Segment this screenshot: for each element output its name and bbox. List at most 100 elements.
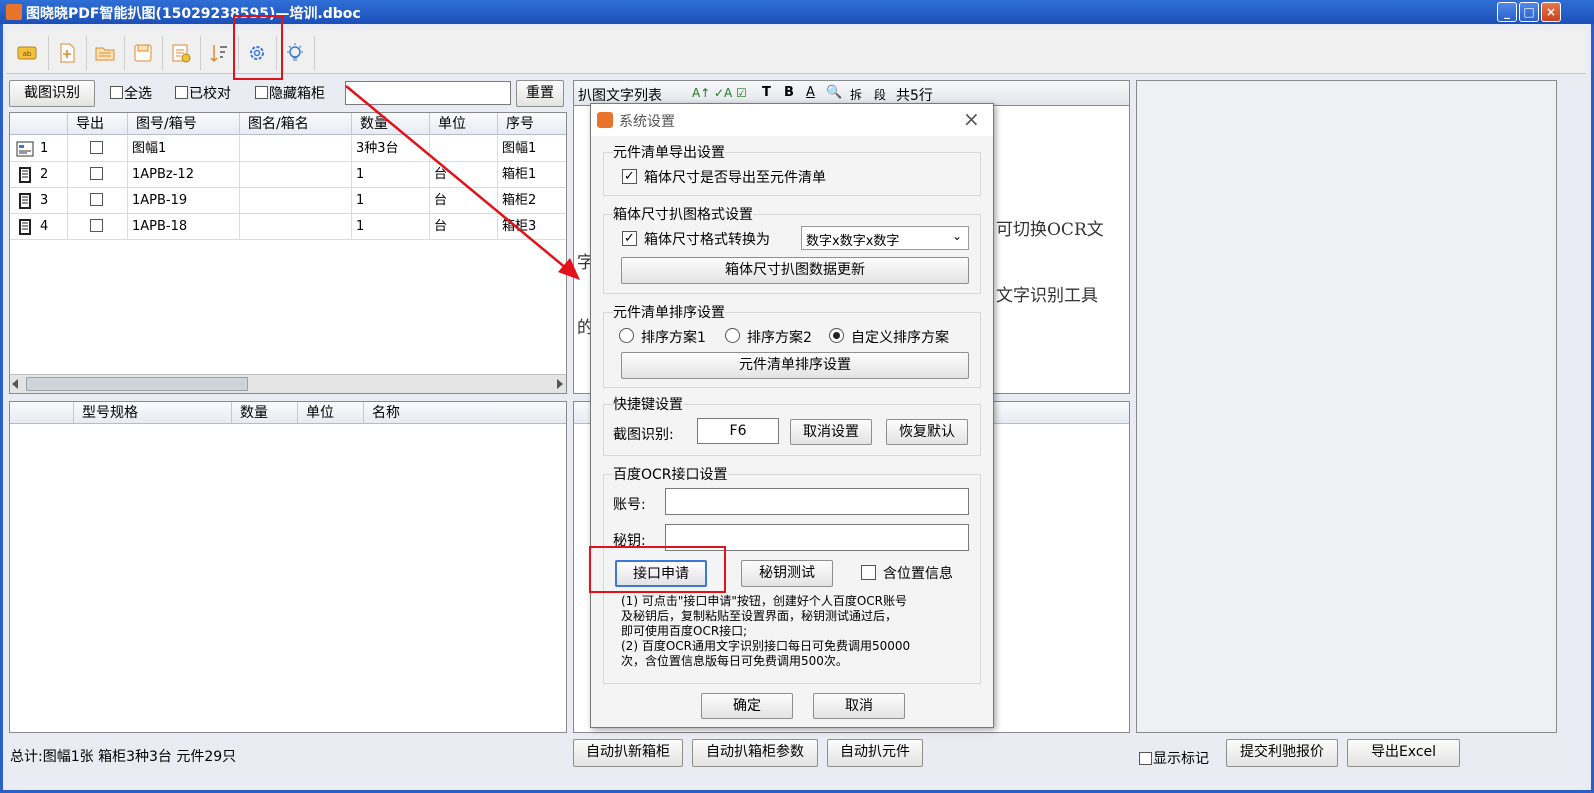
hotkey-title: 快捷键设置 — [613, 394, 683, 414]
cabinet-icon — [19, 219, 31, 235]
sort-option-custom-radio[interactable] — [829, 328, 844, 343]
hotkey-restore-button[interactable]: 恢复默认 — [886, 419, 968, 445]
grid-corner — [10, 113, 68, 135]
check-a-icon[interactable]: ✓A — [714, 86, 732, 100]
col-unit[interactable]: 单位 — [298, 402, 364, 424]
export-checkbox[interactable] — [68, 214, 128, 240]
select-all-label: 全选 — [124, 86, 152, 102]
table-row[interactable]: 2 — [10, 162, 68, 188]
sort-option-custom-label: 自定义排序方案 — [851, 330, 949, 346]
col-model[interactable]: 型号规格 — [74, 402, 232, 424]
size-format-label: 箱体尺寸格式转换为 — [644, 232, 770, 248]
submit-quote-button[interactable]: 提交利驰报价 — [1226, 739, 1338, 767]
auto-new-cabinet-button[interactable]: 自动扒新箱柜 — [573, 739, 683, 767]
save-icon[interactable] — [128, 38, 158, 68]
split-icon[interactable]: 拆 — [850, 86, 862, 103]
location-info-checkbox[interactable] — [861, 565, 876, 580]
lightbulb-icon[interactable] — [280, 38, 310, 68]
chevron-down-icon[interactable]: ⌄ — [952, 229, 962, 243]
text-tool-a-icon[interactable]: A↑ — [692, 86, 710, 100]
note-line-1: (1) 可点击"接口申请"按钮，创建好个人百度OCR账号 — [621, 594, 908, 608]
export-checkbox[interactable] — [68, 162, 128, 188]
cell-code[interactable]: 1APB-18 — [128, 214, 240, 240]
show-marks-checkbox[interactable] — [1139, 752, 1152, 769]
col-export[interactable]: 导出 — [68, 113, 128, 135]
account-input[interactable] — [665, 488, 969, 515]
cancel-button[interactable]: 取消 — [813, 693, 905, 719]
note-line-3: 即可使用百度OCR接口; — [621, 624, 748, 638]
size-format-value: 数字x数字x数字 — [806, 234, 900, 249]
font-color-icon[interactable]: A — [806, 85, 815, 100]
ocr-icon[interactable]: ab — [12, 38, 42, 68]
export-size-checkbox[interactable]: ✓ — [622, 169, 637, 184]
cell-name[interactable] — [240, 188, 352, 214]
cabinet-icon — [19, 167, 31, 183]
size-format-select[interactable]: 数字x数字x数字 ⌄ — [801, 226, 969, 250]
select-all-checkbox[interactable] — [110, 86, 123, 103]
import-icon[interactable] — [166, 38, 196, 68]
export-checkbox[interactable] — [68, 136, 128, 162]
size-update-button[interactable]: 箱体尺寸扒图数据更新 — [621, 257, 969, 284]
sort-option-1-label: 排序方案1 — [641, 330, 706, 346]
dialog-titlebar[interactable]: 系统设置 × — [591, 104, 993, 136]
check-box-icon[interactable]: ☑ — [736, 86, 747, 100]
bold-icon[interactable]: B — [784, 85, 794, 100]
dialog-title: 系统设置 — [619, 114, 675, 130]
verified-checkbox[interactable] — [175, 86, 188, 103]
dialog-close-icon[interactable]: × — [963, 107, 980, 131]
hotkey-input[interactable]: F6 — [697, 418, 779, 444]
sort-option-2-radio[interactable] — [725, 328, 740, 343]
scroll-thumb[interactable] — [26, 377, 248, 391]
body-text-1: 可切换OCR文 — [996, 220, 1104, 240]
new-file-icon[interactable] — [52, 38, 82, 68]
account-label: 账号: — [613, 497, 646, 513]
maximize-button[interactable]: □ — [1519, 2, 1539, 22]
secret-test-button[interactable]: 秘钥测试 — [741, 560, 833, 587]
auto-components-button[interactable]: 自动扒元件 — [827, 739, 923, 767]
paragraph-icon[interactable]: 段 — [874, 86, 886, 103]
body-text-3: 文字识别工具 — [996, 286, 1098, 306]
horizontal-scrollbar[interactable] — [10, 374, 566, 393]
col-code[interactable]: 图号/箱号 — [128, 113, 240, 135]
dialog-app-icon — [597, 112, 613, 128]
sort-option-1-radio[interactable] — [619, 328, 634, 343]
export-checkbox[interactable] — [68, 188, 128, 214]
note-line-2: 及秘钥后，复制粘贴至设置界面，秘钥测试通过后， — [621, 609, 898, 623]
ok-button[interactable]: 确定 — [701, 693, 793, 719]
cell-code[interactable]: 1APBz-12 — [128, 162, 240, 188]
table-row[interactable]: 3 — [10, 188, 68, 214]
search-icon[interactable]: 🔍 — [826, 85, 842, 100]
size-format-checkbox[interactable]: ✓ — [622, 231, 637, 246]
open-folder-icon[interactable] — [90, 38, 120, 68]
sort-settings-button[interactable]: 元件清单排序设置 — [621, 352, 969, 379]
export-size-label: 箱体尺寸是否导出至元件清单 — [644, 170, 826, 186]
col-qty[interactable]: 数量 — [232, 402, 298, 424]
annotation-arrow — [345, 85, 580, 280]
hide-cabinet-checkbox[interactable] — [255, 86, 268, 103]
scroll-left-icon[interactable] — [12, 379, 18, 389]
col-name[interactable]: 图名/箱名 — [240, 113, 352, 135]
scroll-right-icon[interactable] — [557, 379, 563, 389]
table-row[interactable]: 1 — [10, 136, 68, 162]
cell-name[interactable] — [240, 162, 352, 188]
right-panel — [1136, 80, 1557, 733]
text-tool-t-icon[interactable]: T — [762, 85, 771, 100]
cell-code[interactable]: 1APB-19 — [128, 188, 240, 214]
cell-name[interactable] — [240, 214, 352, 240]
minimize-button[interactable]: _ — [1497, 2, 1517, 22]
close-window-button[interactable]: × — [1541, 2, 1561, 22]
sort-icon[interactable] — [204, 38, 234, 68]
table-row[interactable]: 4 — [10, 214, 68, 240]
component-grid: 型号规格 数量 单位 名称 — [9, 401, 567, 733]
cell-name[interactable] — [240, 136, 352, 162]
hotkey-cancel-button[interactable]: 取消设置 — [790, 419, 872, 445]
summary-text: 总计:图幅1张 箱柜3种3台 元件29只 — [10, 749, 237, 765]
export-excel-button[interactable]: 导出Excel — [1347, 739, 1460, 767]
capture-recognize-button[interactable]: 截图识别 — [9, 80, 95, 107]
auto-cabinet-params-button[interactable]: 自动扒箱柜参数 — [692, 739, 818, 767]
cabinet-icon — [19, 193, 31, 209]
cell-code[interactable]: 图幅1 — [128, 136, 240, 162]
sort-option-2-label: 排序方案2 — [747, 330, 812, 346]
size-format-title: 箱体尺寸扒图格式设置 — [613, 204, 753, 224]
col-item-name[interactable]: 名称 — [364, 402, 566, 424]
